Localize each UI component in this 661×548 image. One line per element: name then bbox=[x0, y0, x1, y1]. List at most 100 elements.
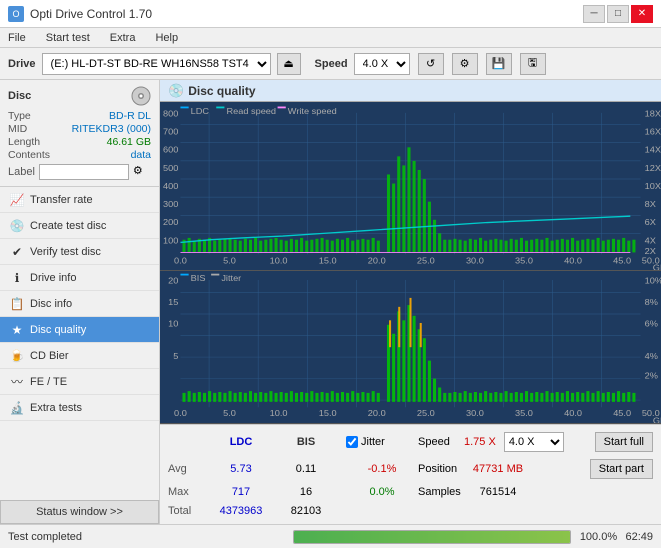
total-bis: 82103 bbox=[276, 505, 336, 517]
sidebar-item-label: Create test disc bbox=[30, 220, 106, 232]
speed-label: Speed bbox=[315, 58, 348, 70]
stats-avg-row: Avg 5.73 0.11 -0.1% Position 47731 MB St… bbox=[168, 459, 653, 479]
max-label: Max bbox=[168, 486, 206, 498]
drive-select[interactable]: (E:) HL-DT-ST BD-RE WH16NS58 TST4 bbox=[42, 53, 271, 75]
svg-text:400: 400 bbox=[163, 181, 179, 190]
svg-text:600: 600 bbox=[163, 145, 179, 154]
stats-total-row: Total 4373963 82103 bbox=[168, 505, 653, 517]
sidebar-item-extra-tests[interactable]: 🔬 Extra tests bbox=[0, 395, 159, 421]
position-value: 47731 MB bbox=[468, 463, 528, 475]
svg-text:0.0: 0.0 bbox=[174, 256, 187, 265]
stats-max-row: Max 717 16 0.0% Samples 761514 bbox=[168, 486, 653, 498]
stats-bis-header: BIS bbox=[276, 436, 336, 448]
svg-text:10.0: 10.0 bbox=[270, 256, 288, 265]
svg-text:40.0: 40.0 bbox=[564, 408, 582, 417]
content-area: 💿 Disc quality bbox=[160, 80, 661, 524]
disc-panel-title: Disc bbox=[8, 90, 31, 102]
close-button[interactable]: ✕ bbox=[631, 5, 653, 23]
verify-icon: ✔ bbox=[10, 245, 24, 259]
disc-quality-header: 💿 Disc quality bbox=[160, 80, 661, 102]
ldc-chart-svg: 800 700 600 500 400 300 200 100 18X 16X … bbox=[160, 102, 661, 270]
svg-text:20.0: 20.0 bbox=[368, 408, 386, 417]
start-part-button[interactable]: Start part bbox=[590, 459, 653, 479]
status-window-button[interactable]: Status window >> bbox=[0, 500, 159, 524]
sidebar-item-label: Disc quality bbox=[30, 324, 86, 336]
svg-text:Write speed: Write speed bbox=[288, 106, 337, 115]
sidebar: Disc Type BD-R DL MID RITEKDR3 (000) Le bbox=[0, 80, 160, 524]
disc-quality-icon: ★ bbox=[10, 323, 24, 337]
time-display: 62:49 bbox=[625, 531, 653, 543]
sidebar-item-label: Drive info bbox=[30, 272, 76, 284]
svg-text:10: 10 bbox=[168, 319, 178, 328]
menubar: File Start test Extra Help bbox=[0, 28, 661, 48]
disc-panel-header: Disc bbox=[8, 86, 151, 106]
minimize-button[interactable]: ─ bbox=[583, 5, 605, 23]
svg-text:700: 700 bbox=[163, 127, 179, 136]
disc-quality-header-icon: 💿 bbox=[168, 83, 184, 99]
svg-text:15.0: 15.0 bbox=[319, 256, 337, 265]
avg-ldc: 5.73 bbox=[206, 463, 276, 475]
speed-select[interactable]: 4.0 X bbox=[354, 53, 410, 75]
create-disc-icon: 💿 bbox=[10, 219, 24, 233]
svg-text:5.0: 5.0 bbox=[223, 408, 236, 417]
jitter-checkbox[interactable] bbox=[346, 436, 358, 448]
titlebar-left: O Opti Drive Control 1.70 bbox=[8, 6, 152, 22]
progress-bar bbox=[293, 530, 572, 544]
refresh-button[interactable]: ↺ bbox=[418, 53, 444, 75]
svg-text:4%: 4% bbox=[645, 351, 659, 360]
save-button[interactable]: 🖫 bbox=[520, 53, 546, 75]
max-ldc: 717 bbox=[206, 486, 276, 498]
sidebar-item-verify-test-disc[interactable]: ✔ Verify test disc bbox=[0, 239, 159, 265]
drive-label: Drive bbox=[8, 58, 36, 70]
svg-text:45.0: 45.0 bbox=[613, 256, 631, 265]
svg-text:4X: 4X bbox=[645, 236, 656, 245]
eject-button[interactable]: ⏏ bbox=[277, 53, 301, 75]
sidebar-item-cd-bier[interactable]: 🍺 CD Bier bbox=[0, 343, 159, 369]
bis-chart-svg: 20 15 10 5 10% 8% 6% 4% 2% bbox=[160, 271, 661, 423]
menu-extra[interactable]: Extra bbox=[106, 30, 140, 46]
svg-text:8%: 8% bbox=[645, 297, 659, 306]
svg-text:Read speed: Read speed bbox=[226, 106, 276, 115]
cd-bier-icon: 🍺 bbox=[10, 349, 24, 363]
svg-text:5: 5 bbox=[173, 351, 178, 360]
titlebar-controls: ─ □ ✕ bbox=[583, 5, 653, 23]
disc-icon bbox=[131, 86, 151, 106]
sidebar-item-drive-info[interactable]: ℹ Drive info bbox=[0, 265, 159, 291]
svg-text:8X: 8X bbox=[645, 200, 656, 209]
start-full-button[interactable]: Start full bbox=[595, 432, 653, 452]
sidebar-item-disc-quality[interactable]: ★ Disc quality bbox=[0, 317, 159, 343]
menu-file[interactable]: File bbox=[4, 30, 30, 46]
disc-type-row: Type BD-R DL bbox=[8, 110, 151, 122]
svg-text:2X: 2X bbox=[645, 247, 656, 256]
statusbar: Test completed 100.0% 62:49 bbox=[0, 524, 661, 548]
stats-speed-select[interactable]: 4.0 X bbox=[504, 432, 564, 452]
fe-te-icon: 〰 bbox=[10, 375, 24, 389]
total-ldc: 4373963 bbox=[206, 505, 276, 517]
disc-label-icon-button[interactable]: ⚙ bbox=[133, 164, 149, 180]
extra-tests-icon: 🔬 bbox=[10, 401, 24, 415]
transfer-rate-icon: 📈 bbox=[10, 193, 24, 207]
menu-help[interactable]: Help bbox=[151, 30, 182, 46]
sidebar-item-fe-te[interactable]: 〰 FE / TE bbox=[0, 369, 159, 395]
total-label: Total bbox=[168, 505, 206, 517]
disc-label-input[interactable] bbox=[39, 164, 129, 180]
svg-text:GB: GB bbox=[653, 416, 661, 423]
maximize-button[interactable]: □ bbox=[607, 5, 629, 23]
sidebar-item-transfer-rate[interactable]: 📈 Transfer rate bbox=[0, 187, 159, 213]
disc-contents-row: Contents data bbox=[8, 149, 151, 161]
drivebar: Drive (E:) HL-DT-ST BD-RE WH16NS58 TST4 … bbox=[0, 48, 661, 80]
sidebar-item-label: Disc info bbox=[30, 298, 72, 310]
config-button[interactable]: ⚙ bbox=[452, 53, 478, 75]
svg-text:25.0: 25.0 bbox=[417, 256, 435, 265]
sidebar-item-create-test-disc[interactable]: 💿 Create test disc bbox=[0, 213, 159, 239]
svg-text:800: 800 bbox=[163, 109, 179, 118]
disc-length-row: Length 46.61 GB bbox=[8, 136, 151, 148]
drive-info-icon: ℹ bbox=[10, 271, 24, 285]
speed-header: Speed bbox=[418, 436, 460, 448]
svg-text:35.0: 35.0 bbox=[515, 408, 533, 417]
charts-area: 800 700 600 500 400 300 200 100 18X 16X … bbox=[160, 102, 661, 424]
media-button[interactable]: 💾 bbox=[486, 53, 512, 75]
sidebar-item-disc-info[interactable]: 📋 Disc info bbox=[0, 291, 159, 317]
samples-label: Samples bbox=[418, 486, 468, 498]
menu-start-test[interactable]: Start test bbox=[42, 30, 94, 46]
